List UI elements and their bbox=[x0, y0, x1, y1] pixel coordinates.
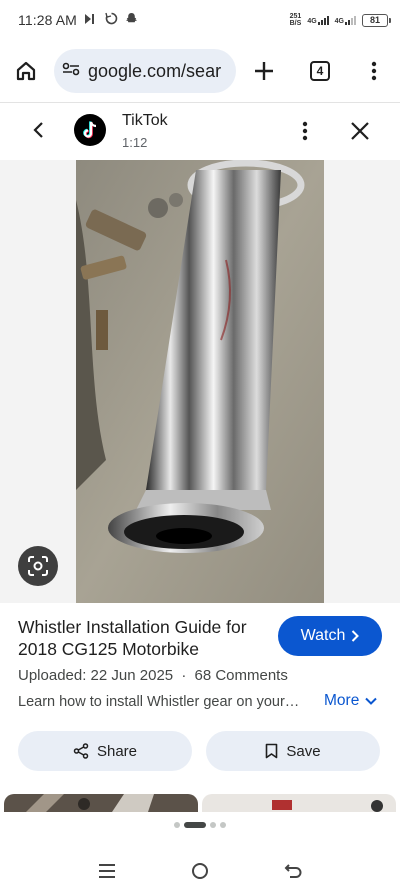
lens-button[interactable] bbox=[18, 546, 58, 586]
page-dot bbox=[210, 822, 216, 828]
browser-menu-button[interactable] bbox=[348, 45, 400, 97]
share-button[interactable]: Share bbox=[18, 731, 192, 771]
more-label: More bbox=[324, 692, 360, 709]
home-button[interactable] bbox=[0, 45, 52, 97]
page-dot-active bbox=[184, 822, 206, 828]
browser-toolbar: google.com/sear 4 bbox=[0, 40, 400, 102]
recents-icon bbox=[98, 863, 115, 878]
video-options-button[interactable] bbox=[302, 121, 308, 146]
back-gesture-icon bbox=[284, 863, 302, 878]
save-button[interactable]: Save bbox=[206, 731, 380, 771]
back-arrow-icon bbox=[33, 122, 43, 138]
snapchat-icon bbox=[125, 12, 138, 28]
system-nav-bar bbox=[0, 846, 400, 895]
status-bar: 11:28 AM 251 B/S 4G 4G 81 bbox=[0, 0, 400, 40]
video-thumbnail[interactable] bbox=[76, 160, 324, 603]
status-time: 11:28 AM bbox=[18, 12, 77, 28]
video-duration: 1:12 bbox=[122, 135, 148, 150]
signal-1: 4G bbox=[307, 15, 329, 25]
bookmark-icon bbox=[266, 743, 278, 759]
recents-button[interactable] bbox=[87, 851, 127, 891]
more-button[interactable]: More bbox=[324, 692, 378, 710]
meta-separator: · bbox=[181, 667, 187, 684]
page-dot bbox=[174, 822, 180, 828]
home-nav-button[interactable] bbox=[180, 851, 220, 891]
home-circle-icon bbox=[191, 862, 208, 879]
media-viewer[interactable] bbox=[0, 160, 400, 603]
related-thumbnail[interactable] bbox=[4, 794, 198, 812]
plus-icon bbox=[255, 62, 273, 80]
chevron-right-icon bbox=[352, 630, 360, 642]
save-label: Save bbox=[286, 742, 321, 760]
related-thumbnail[interactable] bbox=[202, 794, 396, 812]
related-results bbox=[0, 794, 400, 812]
page-dot bbox=[220, 822, 226, 828]
back-button[interactable] bbox=[28, 119, 50, 146]
new-tab-button[interactable] bbox=[238, 45, 290, 97]
more-vert-icon bbox=[371, 61, 377, 81]
result-description: Learn how to install Whistler gear on yo… bbox=[18, 694, 300, 710]
watch-button[interactable]: Watch bbox=[278, 616, 382, 656]
lens-icon bbox=[28, 556, 48, 576]
close-icon bbox=[351, 122, 369, 140]
tiktok-logo-icon bbox=[74, 114, 106, 146]
chevron-down-icon bbox=[365, 697, 378, 705]
upload-meta: Uploaded: 22 Jun 2025 · 68 Comments bbox=[18, 667, 288, 684]
tab-switcher-button[interactable]: 4 bbox=[294, 45, 346, 97]
video-source-title: TikTok bbox=[122, 112, 168, 129]
url-text[interactable]: google.com/sear bbox=[88, 61, 221, 82]
upload-date: Uploaded: 22 Jun 2025 bbox=[18, 667, 174, 684]
page-indicator bbox=[0, 822, 400, 828]
battery-indicator: 81 bbox=[362, 13, 391, 27]
network-speed: 251 B/S bbox=[289, 13, 302, 27]
address-bar[interactable]: google.com/sear bbox=[54, 49, 236, 93]
comment-count: 68 Comments bbox=[194, 667, 288, 684]
watch-label: Watch bbox=[300, 627, 346, 644]
site-settings-icon[interactable] bbox=[62, 62, 80, 81]
video-header: TikTok 1:12 bbox=[0, 103, 400, 160]
back-nav-button[interactable] bbox=[273, 851, 313, 891]
sync-icon bbox=[105, 12, 118, 28]
signal-2: 4G bbox=[335, 15, 356, 25]
home-icon bbox=[16, 61, 36, 81]
result-title[interactable]: Whistler Installation Guide for 2018 CG1… bbox=[18, 616, 258, 660]
close-button[interactable] bbox=[350, 121, 370, 146]
tab-switcher-icon: 4 bbox=[310, 61, 330, 81]
share-label: Share bbox=[96, 742, 138, 760]
share-icon bbox=[73, 743, 89, 759]
more-vert-icon bbox=[302, 121, 308, 141]
media-icon bbox=[84, 12, 98, 28]
